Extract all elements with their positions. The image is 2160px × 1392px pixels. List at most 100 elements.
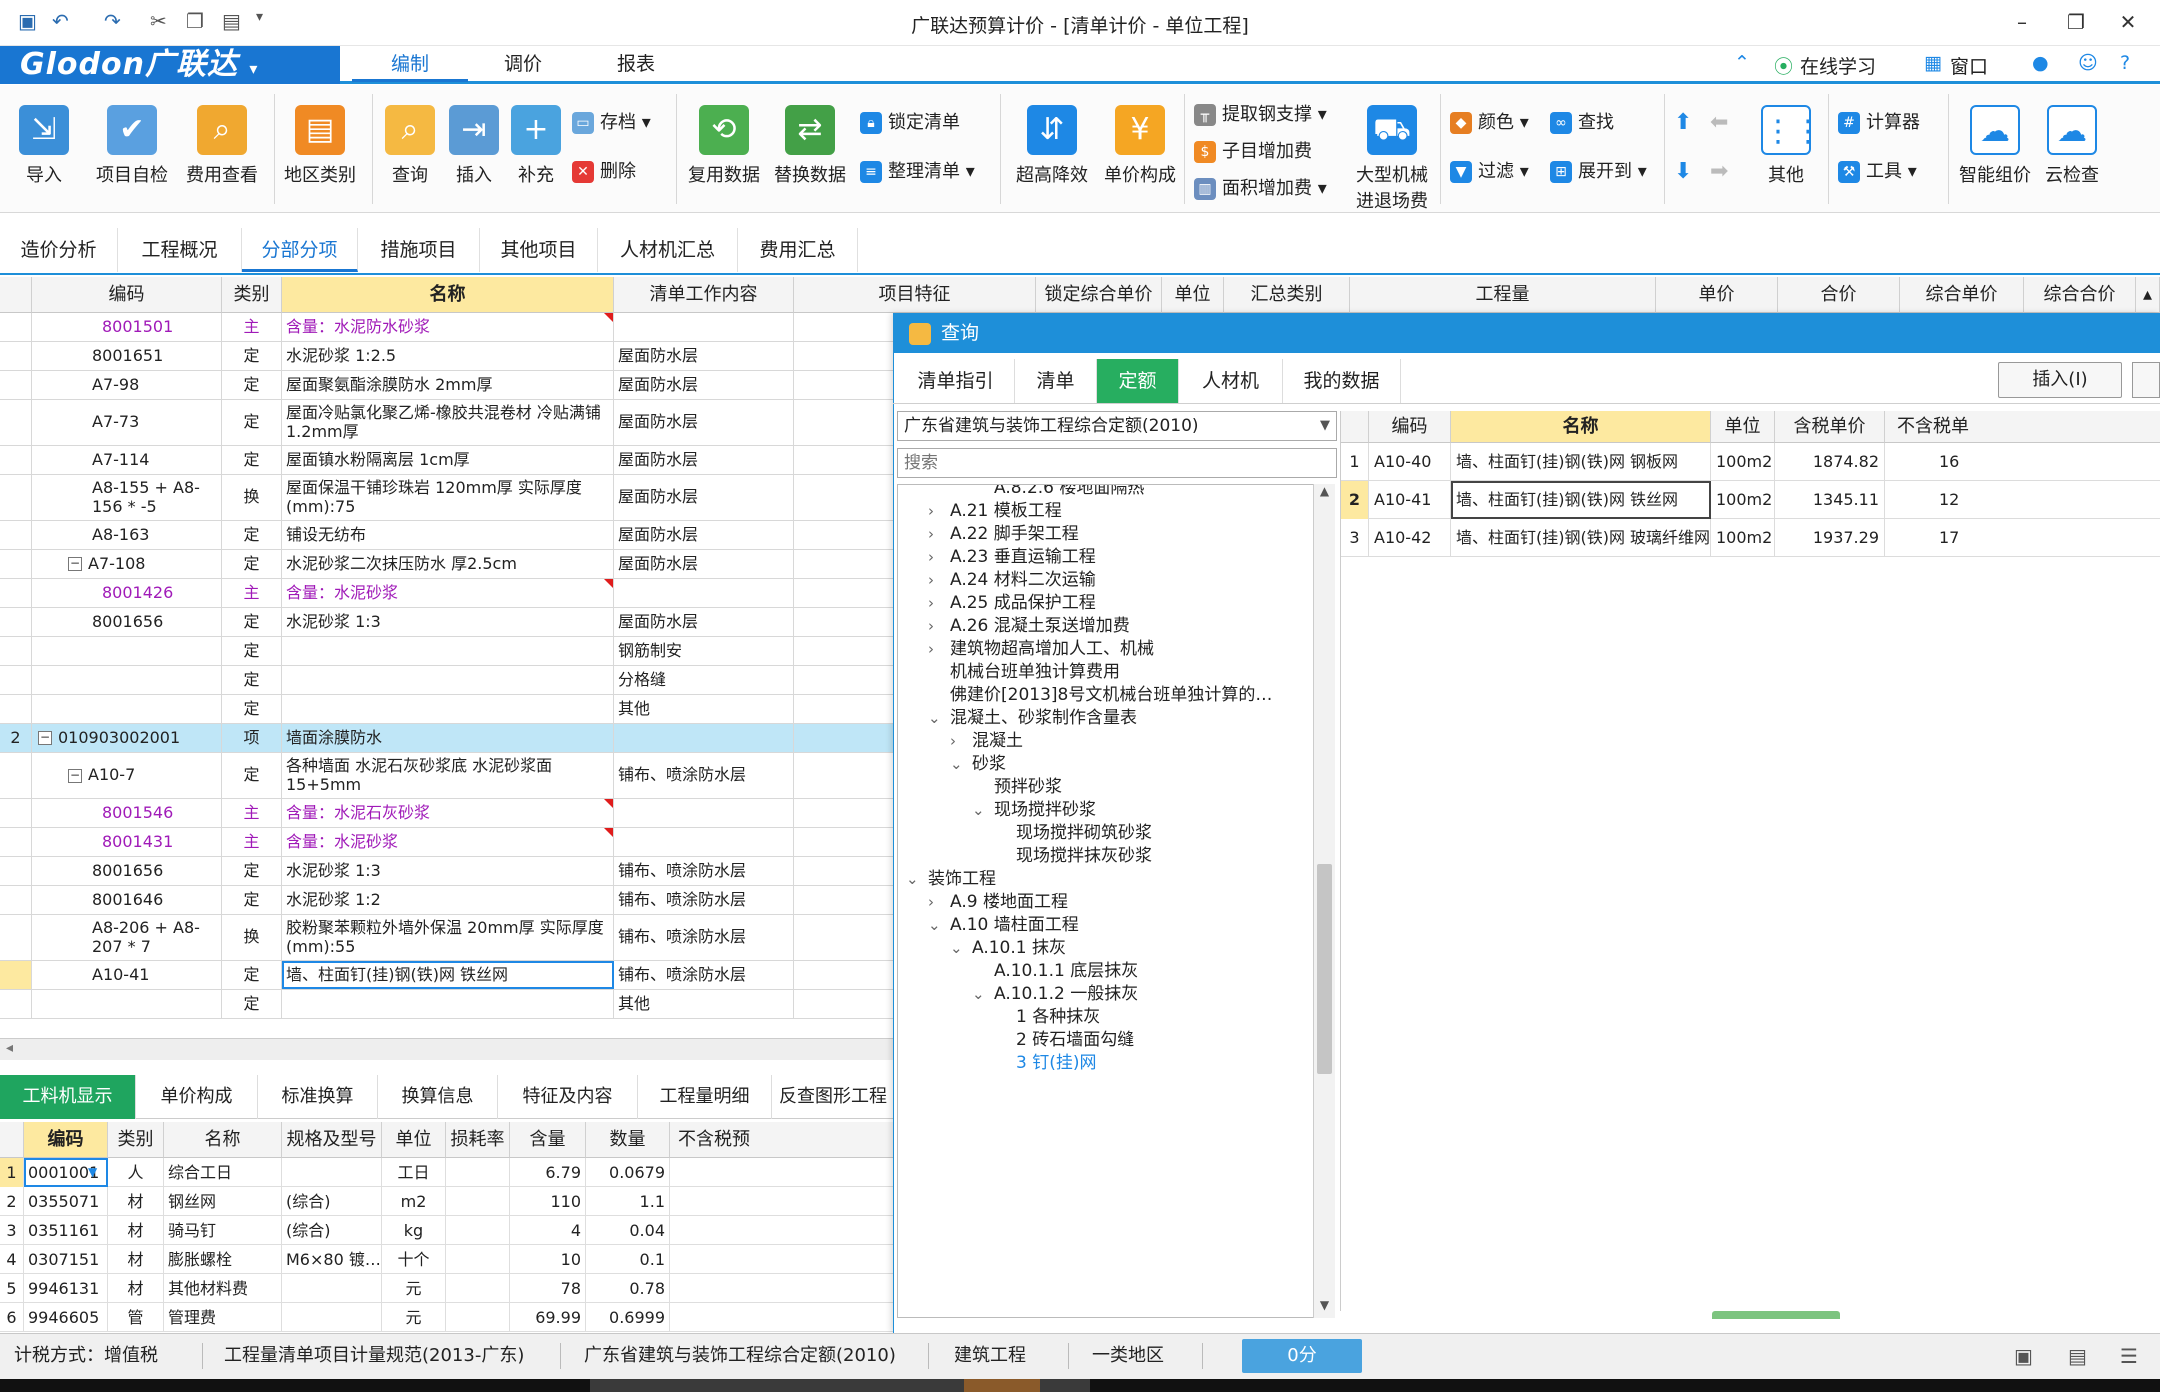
- tab-report[interactable]: 报表: [580, 46, 692, 82]
- resource-row[interactable]: 4 0307151 材膨胀螺栓 M6×80 镀… 十个 10 0.1: [0, 1245, 895, 1274]
- cell-type[interactable]: 定: [222, 400, 282, 445]
- resource-cell-name[interactable]: 综合工日: [164, 1158, 282, 1187]
- cell-code[interactable]: A7-73: [32, 400, 222, 445]
- row-number[interactable]: [0, 550, 32, 578]
- cell-name[interactable]: 屋面聚氨酯涂膜防水 2mm厚: [282, 371, 614, 399]
- quota-col-header[interactable]: 不含税单: [1885, 411, 2160, 443]
- cell-code[interactable]: [32, 637, 222, 665]
- resource-cell-idx[interactable]: 2: [0, 1187, 24, 1216]
- table-row[interactable]: 定 其他: [0, 695, 895, 724]
- resource-cell-idx[interactable]: 5: [0, 1274, 24, 1303]
- cell-type[interactable]: 定: [222, 550, 282, 578]
- cell-type[interactable]: 定: [222, 961, 282, 989]
- tab-standard-conversion[interactable]: 标准换算: [258, 1075, 378, 1119]
- color-button[interactable]: ◆ 颜色 ▾: [1450, 108, 1529, 138]
- cell-code[interactable]: A10-41: [32, 961, 222, 989]
- resource-cell-content[interactable]: 10: [510, 1245, 586, 1274]
- resource-cell-price[interactable]: [670, 1158, 895, 1187]
- row-number[interactable]: [0, 637, 32, 665]
- quota-cell-unit[interactable]: 100m2: [1711, 481, 1775, 519]
- online-learning-button[interactable]: 在线学习: [1800, 52, 1876, 79]
- tab-conversion-info[interactable]: 换算信息: [378, 1075, 498, 1119]
- quota-cell-unit[interactable]: 100m2: [1711, 519, 1775, 557]
- cell-type[interactable]: 定: [222, 695, 282, 723]
- move-down-icon[interactable]: ⬇: [1674, 157, 1692, 187]
- resource-col-header[interactable]: 损耗率: [446, 1122, 510, 1158]
- resource-row[interactable]: 6 9946605 管管理费 元 69.99 0.6999: [0, 1303, 895, 1332]
- cell-name[interactable]: 胶粉聚苯颗粒外墙外保温 20mm厚 实际厚度(mm):55: [282, 915, 614, 960]
- row-number[interactable]: [0, 521, 32, 549]
- resource-cell-code[interactable]: 0351161: [24, 1216, 108, 1245]
- scroll-up-icon[interactable]: ▲: [1314, 484, 1335, 504]
- row-number[interactable]: [0, 342, 32, 370]
- tab-list-guide[interactable]: 清单指引: [897, 359, 1015, 403]
- tab-features-content[interactable]: 特征及内容: [498, 1075, 638, 1119]
- fee-check-button[interactable]: ⌕ 费用查看: [182, 95, 262, 187]
- quota-cell-code[interactable]: A10-41: [1369, 481, 1451, 519]
- status-region[interactable]: 一类地区: [1092, 1333, 1164, 1379]
- resource-cell-unit[interactable]: m2: [382, 1187, 446, 1216]
- cell-name[interactable]: 水泥砂浆 1:2: [282, 886, 614, 914]
- resource-cell-spec[interactable]: [282, 1274, 382, 1303]
- resource-cell-code[interactable]: 9946131: [24, 1274, 108, 1303]
- large-machinery-button[interactable]: ⛟ 大型机械 进退场费: [1344, 95, 1440, 213]
- calculator-button[interactable]: # 计算器: [1838, 108, 1920, 138]
- cell-work-content[interactable]: 屋面防水层: [614, 446, 794, 474]
- resource-cell-type[interactable]: 材: [108, 1216, 164, 1245]
- quota-cell-code[interactable]: A10-40: [1369, 443, 1451, 481]
- unit-price-button[interactable]: ¥ 单价构成: [1094, 95, 1186, 187]
- cell-code[interactable]: A8-155 + A8-156 * -5: [32, 475, 222, 520]
- quota-cell-idx[interactable]: 3: [1341, 519, 1369, 557]
- row-number[interactable]: [0, 371, 32, 399]
- cell-type[interactable]: 定: [222, 521, 282, 549]
- resource-row[interactable]: 1 0001001 人综合工日 工日 6.79 0.0679 ▼: [0, 1158, 895, 1187]
- cell-name[interactable]: 含量：水泥砂浆: [282, 828, 614, 856]
- col-summary-type[interactable]: 汇总类别: [1224, 277, 1350, 313]
- horizontal-scrollbar[interactable]: ◂: [0, 1038, 895, 1060]
- robot-icon[interactable]: ☺: [2078, 52, 2098, 74]
- col-total[interactable]: 合价: [1778, 277, 1900, 313]
- resource-cell-name[interactable]: 膨胀螺栓: [164, 1245, 282, 1274]
- cell-work-content[interactable]: 屋面防水层: [614, 475, 794, 520]
- chevron-down-icon[interactable]: ⌄: [928, 703, 950, 734]
- cell-features[interactable]: [794, 550, 895, 578]
- tab-compile[interactable]: 编制: [352, 46, 468, 82]
- cell-code[interactable]: − A7-108: [32, 550, 222, 578]
- table-row[interactable]: A8-206 + A8-207 * 7 换 胶粉聚苯颗粒外墙外保温 20mm厚 实际…: [0, 915, 895, 961]
- tab-resource-summary[interactable]: 人材机汇总: [598, 228, 738, 272]
- resource-col-header[interactable]: 类别: [108, 1122, 164, 1158]
- resource-cell-unit[interactable]: 元: [382, 1274, 446, 1303]
- quota-row[interactable]: 1 A10-40 墙、柱面钉(挂)钢(铁)网 钢板网 100m2 1874.82 16: [1341, 443, 2160, 481]
- tab-cost-analysis[interactable]: 造价分析: [0, 228, 118, 272]
- tools-button[interactable]: ⚒ 工具 ▾: [1838, 157, 1917, 187]
- cell-features[interactable]: [794, 400, 895, 445]
- resource-cell-code[interactable]: 9946605: [24, 1303, 108, 1332]
- cell-features[interactable]: [794, 608, 895, 636]
- tab-fee-summary[interactable]: 费用汇总: [738, 228, 858, 272]
- cell-features[interactable]: [794, 828, 895, 856]
- resource-cell-spec[interactable]: (综合): [282, 1187, 382, 1216]
- cell-work-content[interactable]: 其他: [614, 990, 794, 1018]
- cell-type[interactable]: 定: [222, 666, 282, 694]
- cell-features[interactable]: [794, 799, 895, 827]
- table-row[interactable]: A10-41 定 墙、柱面钉(挂)钢(铁)网 铁丝网 铺布、喷涂防水层: [0, 961, 895, 990]
- cell-name[interactable]: 屋面保温干铺珍珠岩 120mm厚 实际厚度(mm):75: [282, 475, 614, 520]
- quota-cell-name[interactable]: 墙、柱面钉(挂)钢(铁)网 玻璃纤维网: [1451, 519, 1711, 557]
- quota-cell-name[interactable]: 墙、柱面钉(挂)钢(铁)网 铁丝网: [1451, 481, 1711, 519]
- resource-cell-qty[interactable]: 0.1: [586, 1245, 670, 1274]
- cell-type[interactable]: 主: [222, 313, 282, 341]
- score-button[interactable]: 0分: [1242, 1339, 1362, 1373]
- quota-cell-price2[interactable]: 16: [1885, 443, 2160, 481]
- resource-cell-content[interactable]: 78: [510, 1274, 586, 1303]
- resource-col-header[interactable]: 含量: [510, 1122, 586, 1158]
- cell-type[interactable]: 定: [222, 857, 282, 885]
- row-number[interactable]: [0, 313, 32, 341]
- resource-cell-loss[interactable]: [446, 1187, 510, 1216]
- quota-cell-price2[interactable]: 17: [1885, 519, 2160, 557]
- archive-button[interactable]: ▭ 存档 ▾: [572, 108, 651, 138]
- resource-cell-qty[interactable]: 1.1: [586, 1187, 670, 1216]
- cell-name[interactable]: 水泥砂浆 1:2.5: [282, 342, 614, 370]
- cell-work-content[interactable]: 分格缝: [614, 666, 794, 694]
- cell-features[interactable]: [794, 990, 895, 1018]
- dropdown-icon[interactable]: ▼: [88, 1158, 97, 1187]
